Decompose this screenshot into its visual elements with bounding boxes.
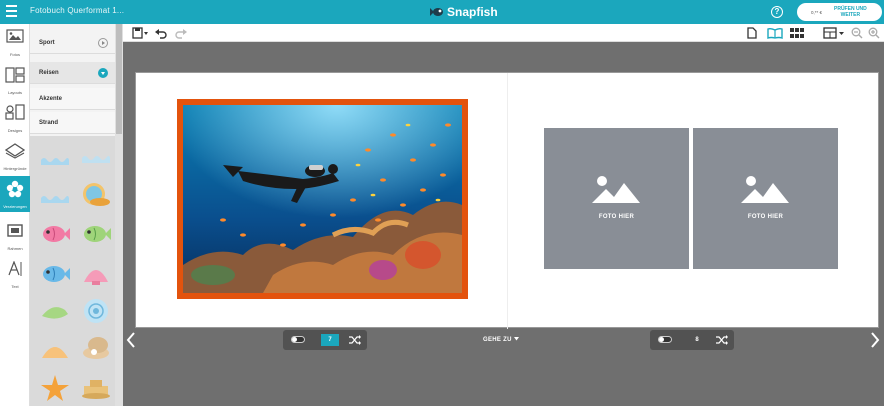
- zoom-in-icon[interactable]: [868, 27, 880, 39]
- checkout-label: PRÜFEN UND WEITER: [834, 6, 867, 18]
- goto-label: GEHE ZU: [483, 337, 512, 343]
- blue-fish-sticker[interactable]: [39, 260, 71, 288]
- rail-item-verzierungen[interactable]: Verzierungen: [0, 176, 30, 212]
- fish-logo-icon: [430, 8, 443, 16]
- category-akzente-label: Akzente: [39, 96, 63, 102]
- rail-label-hintergruende: Hintergründe: [3, 166, 27, 171]
- category-strand[interactable]: Strand: [30, 112, 115, 134]
- rail-label-layouts: Layouts: [7, 90, 22, 95]
- orange-shell-sticker[interactable]: [39, 336, 71, 364]
- price-label: 0,** €: [811, 9, 823, 15]
- right-page-toggle[interactable]: [658, 336, 672, 343]
- right-page-controls: 8: [650, 330, 734, 350]
- fish-bowl-sticker[interactable]: [80, 180, 112, 208]
- pink-fish-sticker[interactable]: [39, 220, 71, 248]
- chevron-down-circle-icon: [98, 68, 108, 78]
- left-page-number[interactable]: 7: [321, 334, 339, 346]
- green-shell-sticker[interactable]: [39, 298, 71, 326]
- tool-rail: Fotos Layouts Designs Hintergründe Verzi…: [0, 24, 30, 406]
- embellishments-panel: Sport Reisen Akzente Strand: [30, 24, 123, 406]
- page-navigation-bar: 7 GEHE ZU 8: [123, 328, 884, 352]
- snapfish-logo[interactable]: Snapfish: [430, 3, 498, 21]
- right-page-number[interactable]: 8: [688, 334, 706, 346]
- blue-snail-shell-sticker[interactable]: [80, 296, 112, 324]
- page-spine: [507, 73, 508, 329]
- sticker-grid: [30, 136, 115, 406]
- page-spread: FOTO HIER FOTO HIER: [135, 72, 879, 329]
- rail-label-rahmen: Rahmen: [7, 246, 23, 251]
- rail-item-text[interactable]: Text: [0, 256, 30, 292]
- oyster-pearl-sticker[interactable]: [80, 334, 112, 362]
- left-page-toggle[interactable]: [291, 336, 305, 343]
- help-icon[interactable]: ?: [771, 6, 783, 18]
- rail-label-designs: Designs: [7, 128, 23, 133]
- category-reisen[interactable]: Reisen: [30, 62, 115, 84]
- checkout-label-line2: WEITER: [840, 12, 861, 18]
- category-akzente[interactable]: Akzente: [30, 88, 115, 110]
- sandcastle-sticker[interactable]: [80, 374, 112, 402]
- rail-item-designs[interactable]: Designs: [0, 100, 30, 136]
- chevron-right-circle-icon: [98, 38, 108, 48]
- scrollbar-thumb[interactable]: [116, 24, 122, 134]
- shuffle-icon[interactable]: [716, 335, 728, 345]
- checkout-button[interactable]: 0,** € PRÜFEN UND WEITER: [797, 3, 882, 21]
- panel-scrollbar[interactable]: [115, 24, 123, 406]
- category-reisen-label: Reisen: [39, 70, 59, 76]
- top-bar: Fotobuch Querformat 1... Snapfish ? 0,**…: [0, 0, 884, 24]
- designs-icon: [5, 104, 25, 120]
- shuffle-icon[interactable]: [349, 335, 361, 345]
- single-page-view-icon[interactable]: [747, 27, 757, 39]
- wave-border-sticker-3[interactable]: [39, 184, 71, 212]
- rail-label-fotos: Fotos: [9, 52, 20, 57]
- category-sport-label: Sport: [39, 40, 55, 46]
- frames-icon: [7, 224, 23, 237]
- goto-dropdown[interactable]: GEHE ZU: [483, 337, 519, 343]
- menu-icon[interactable]: [6, 5, 17, 18]
- placeholder-label-left: FOTO HIER: [598, 214, 635, 220]
- category-strand-label: Strand: [39, 120, 59, 126]
- layouts-icon: [5, 67, 25, 83]
- wave-border-sticker-2[interactable]: [80, 144, 112, 172]
- spread-view-icon[interactable]: [767, 27, 783, 39]
- photos-icon: [6, 29, 24, 43]
- undo-icon[interactable]: [155, 27, 167, 39]
- wave-border-sticker[interactable]: [39, 146, 71, 174]
- save-icon[interactable]: [132, 27, 148, 39]
- photo-placeholder-right[interactable]: FOTO HIER: [693, 128, 838, 269]
- starfish-sticker[interactable]: [39, 374, 71, 402]
- grid-view-icon[interactable]: [790, 27, 804, 39]
- flower-icon: [6, 180, 24, 198]
- scuba-diver-photo[interactable]: [183, 105, 462, 293]
- caret-down-icon: [513, 337, 519, 341]
- rail-item-hintergruende[interactable]: Hintergründe: [0, 138, 30, 174]
- rail-label-verzierungen: Verzierungen: [3, 204, 27, 209]
- rail-item-rahmen[interactable]: Rahmen: [0, 218, 30, 254]
- image-placeholder-icon: [741, 176, 789, 203]
- text-icon: [8, 261, 22, 276]
- placeholder-label-right: FOTO HIER: [747, 214, 784, 220]
- rail-item-layouts[interactable]: Layouts: [0, 62, 30, 98]
- redo-icon[interactable]: [175, 27, 187, 39]
- layout-options-icon[interactable]: [823, 27, 845, 39]
- photo-placeholder-left[interactable]: FOTO HIER: [544, 128, 689, 269]
- brand-name: Snapfish: [447, 5, 498, 19]
- green-fish-sticker[interactable]: [80, 220, 112, 248]
- category-sport[interactable]: Sport: [30, 32, 115, 54]
- editor-toolbar: [123, 24, 884, 42]
- rail-label-text: Text: [11, 284, 19, 289]
- backgrounds-icon: [5, 143, 25, 159]
- document-title[interactable]: Fotobuch Querformat 1...: [30, 6, 124, 15]
- image-placeholder-icon: [592, 176, 640, 203]
- pink-shell-sticker[interactable]: [80, 260, 112, 288]
- left-page-controls: 7: [283, 330, 367, 350]
- zoom-out-icon[interactable]: [851, 27, 863, 39]
- rail-item-fotos[interactable]: Fotos: [0, 24, 30, 60]
- photo-frame[interactable]: [177, 99, 468, 299]
